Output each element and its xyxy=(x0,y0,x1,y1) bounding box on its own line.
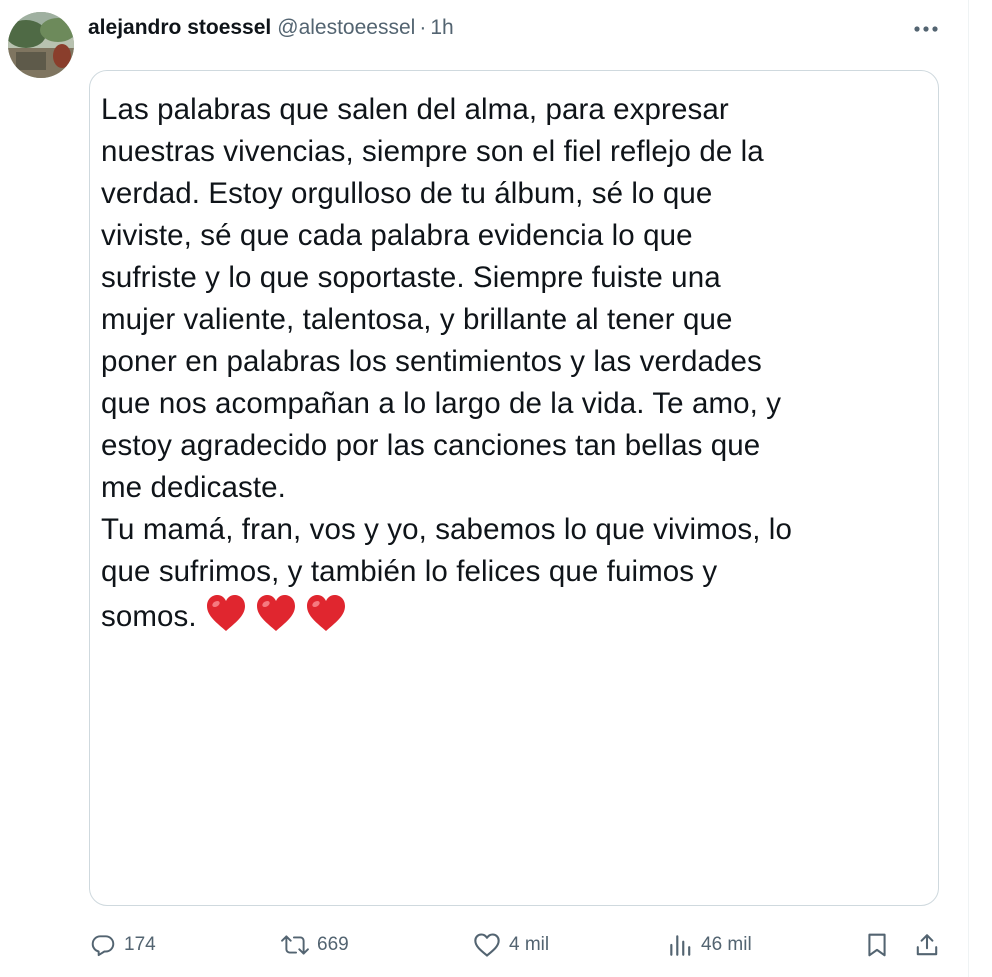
tweet-actions-bar: 174 669 4 mil 46 mil xyxy=(0,922,992,970)
reply-icon xyxy=(91,935,115,957)
text-line: nuestras vivencias, siempre son el fiel … xyxy=(101,135,764,168)
bookmark-button[interactable] xyxy=(865,932,889,958)
share-icon xyxy=(916,934,938,956)
timeline-border xyxy=(968,0,969,977)
author-handle[interactable]: @alestoeessel xyxy=(277,16,415,40)
tweet-header: alejandro stoessel @alestoeessel · 1h xyxy=(88,16,454,44)
views-count: 46 mil xyxy=(701,934,752,955)
author-name[interactable]: alejandro stoessel xyxy=(88,16,271,40)
repost-button[interactable]: 669 xyxy=(281,932,349,958)
tweet-text-image[interactable]: Las palabras que salen del alma, para ex… xyxy=(89,70,939,906)
text-line-last-text: somos. xyxy=(101,600,197,633)
like-count: 4 mil xyxy=(509,934,550,955)
repost-icon xyxy=(281,935,309,955)
more-horizontal-icon xyxy=(914,26,938,32)
heart-emoji-icon xyxy=(256,595,295,631)
text-line: mujer valiente, talentosa, y brillante a… xyxy=(101,303,733,336)
more-options-button[interactable] xyxy=(908,18,944,40)
text-line: poner en palabras los sentimientos y las… xyxy=(101,345,762,378)
text-line: sufriste y lo que soportaste. Siempre fu… xyxy=(101,261,721,294)
reply-button[interactable]: 174 xyxy=(90,932,156,958)
like-icon xyxy=(474,933,500,957)
heart-emojis xyxy=(205,593,347,633)
text-line: que sufrimos, y también lo felices que f… xyxy=(101,555,718,588)
repost-count: 669 xyxy=(317,934,349,955)
like-button[interactable]: 4 mil xyxy=(473,932,549,958)
timestamp[interactable]: 1h xyxy=(430,16,453,40)
avatar[interactable] xyxy=(8,12,74,78)
heart-emoji-icon xyxy=(306,595,345,631)
text-line: que nos acompañan a lo largo de la vida.… xyxy=(101,387,782,420)
views-button[interactable]: 46 mil xyxy=(667,932,752,958)
tweet-text: Las palabras que salen del alma, para ex… xyxy=(101,89,937,635)
text-line: estoy agradecido por las canciones tan b… xyxy=(101,429,761,462)
bookmark-icon xyxy=(868,933,886,957)
text-line: Tu mamá, fran, vos y yo, sabemos lo que … xyxy=(101,513,792,546)
heart-emoji-icon xyxy=(206,595,245,631)
text-line: Las palabras que salen del alma, para ex… xyxy=(101,93,729,126)
reply-count: 174 xyxy=(124,934,156,955)
text-line-last: somos. xyxy=(101,593,937,635)
text-line: me dedicaste. xyxy=(101,471,286,504)
views-icon xyxy=(670,935,691,956)
text-line: verdad. Estoy orgulloso de tu álbum, sé … xyxy=(101,177,713,210)
separator-dot: · xyxy=(419,16,427,39)
text-line: viviste, sé que cada palabra evidencia l… xyxy=(101,219,693,252)
share-button[interactable] xyxy=(914,932,940,958)
